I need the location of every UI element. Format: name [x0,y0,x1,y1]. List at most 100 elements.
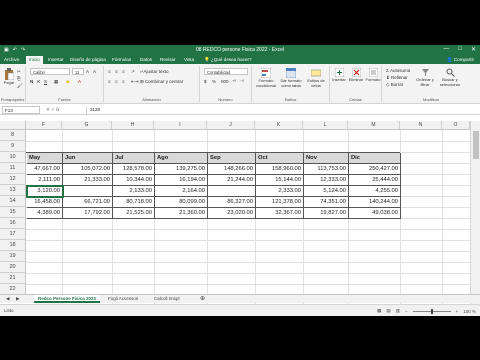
row-header-16[interactable]: 16 [0,218,26,229]
add-sheet-icon[interactable]: ⊕ [196,295,209,303]
column-header-n[interactable]: N [400,121,442,130]
table-cell[interactable]: 2,164.00 [155,186,208,197]
row-header-10[interactable]: 10 [0,152,26,163]
sort-filter-button[interactable]: Ordenar y filtrar [414,68,436,87]
merge-center-button[interactable]: ⊞ Combinar y centrar [140,79,183,85]
table-cell[interactable]: 2,333.00 [256,186,304,197]
zoom-level[interactable]: 100 % [463,309,476,314]
table-cell[interactable]: 10,344.00 [113,175,155,186]
tab-vista[interactable]: Vista [184,57,194,62]
table-cell[interactable]: 17,792.00 [63,208,113,219]
table-cell[interactable]: 86,327.00 [208,197,256,208]
row-header-17[interactable]: 17 [0,229,26,240]
underline-icon[interactable]: S [44,79,47,84]
bold-icon[interactable]: N [30,79,33,84]
tab-formulas[interactable]: Fórmulas [112,57,131,62]
table-cell[interactable]: 21,360.00 [155,208,208,219]
row-header-11[interactable]: 11 [0,163,26,174]
zoom-in-icon[interactable]: + [456,309,459,314]
table-cell[interactable]: 15,144.00 [256,175,304,186]
row-header-8[interactable]: 8 [0,130,26,141]
sheet-tab-calcoli[interactable]: Calcoli Imspl [150,295,184,303]
table-cell[interactable]: 19,827.00 [304,208,349,219]
page-layout-icon[interactable]: ▤ [386,308,390,314]
zoom-slider[interactable] [412,308,451,314]
row-header-19[interactable]: 19 [0,251,26,262]
row-header-18[interactable]: 18 [0,240,26,251]
minimize-button[interactable]: — [443,46,449,53]
column-header-o[interactable]: O [442,121,470,130]
table-cell[interactable]: 25,444.00 [349,175,401,186]
column-header-i[interactable]: I [154,121,207,130]
tab-archivo[interactable]: Archivo [4,57,19,62]
table-cell[interactable]: 74,351.00 [304,197,349,208]
indent-icon[interactable]: ⇤⇥ [131,79,139,85]
table-cell[interactable]: 23,020.00 [208,208,256,219]
tab-inicio[interactable]: Inicio [26,56,43,64]
format-as-table-button[interactable]: Dar formato como tabla [279,68,303,88]
table-cell[interactable]: 16,458.00 [27,197,63,208]
currency-icon[interactable]: $ [204,79,207,84]
table-cell[interactable] [63,186,113,197]
align-bottom-icon[interactable]: ≡ [122,69,125,74]
header-dic[interactable]: Dic [349,153,401,164]
header-sep[interactable]: Sep [208,153,256,164]
row-header-21[interactable]: 21 [0,273,26,284]
maximize-button[interactable]: □ [458,46,462,53]
number-format-select[interactable]: Contabilidad [204,68,248,75]
conditional-format-button[interactable]: Formato condicional [254,68,278,88]
cell-styles-button[interactable]: Estilos de celda [304,68,328,88]
zoom-out-icon[interactable]: − [405,309,408,314]
zoom-slider-thumb[interactable] [430,308,433,314]
column-header-h[interactable]: H [112,121,154,130]
tab-diseno[interactable]: Diseño de página [70,57,106,62]
table-cell[interactable]: 21,333.00 [63,175,113,186]
shrink-font-icon[interactable]: A [93,69,96,74]
table-cell[interactable]: 250,427.00 [349,164,401,175]
table-cell[interactable]: 121,378.00 [256,197,304,208]
share-button[interactable]: 👤 Compartir [447,57,474,63]
close-button[interactable]: ✕ [471,46,476,53]
tell-me-box[interactable]: 💡 ¿Qué desea hacer? [204,57,252,63]
sheet-next-icon[interactable]: ▶ [12,295,23,303]
align-middle-icon[interactable]: ≡ [115,69,118,74]
column-header-f[interactable]: F [26,121,62,130]
row-header-15[interactable]: 15 [0,207,26,218]
table-cell[interactable]: 128,578.00 [113,164,155,175]
page-break-icon[interactable]: ▥ [396,308,400,314]
header-jul[interactable]: Jul [113,153,155,164]
fill-button[interactable]: ⬇ Rellenar [386,75,408,81]
align-right-icon[interactable]: ≡ [122,79,125,84]
clear-button[interactable]: ◇ Borrar [386,82,403,88]
table-cell[interactable]: 16,194.00 [155,175,208,186]
autosum-button[interactable]: Σ Autosuma [386,68,410,73]
sheet-tab-fogli[interactable]: Fogli Accessori [104,295,142,303]
table-cell[interactable]: 2,111.00 [27,175,63,186]
format-painter-icon[interactable]: 🖌 [17,83,23,89]
fill-color-icon[interactable]: ◆ [66,79,69,85]
table-cell[interactable]: 4,389.00 [27,208,63,219]
align-top-icon[interactable]: ≡ [108,69,111,74]
select-all-corner[interactable] [0,121,26,130]
table-cell[interactable]: 158,960.00 [256,164,304,175]
orientation-icon[interactable]: ↗ [131,69,135,75]
table-cell[interactable]: 148,266.00 [208,164,256,175]
row-header-20[interactable]: 20 [0,262,26,273]
format-cells-button[interactable]: Formato [365,68,381,83]
fx-icon[interactable]: ✕ ✓ fx [46,107,60,113]
table-cell[interactable]: 113,753.00 [304,164,349,175]
font-color-icon[interactable]: A [78,79,81,84]
table-cell[interactable]: 105,072.00 [63,164,113,175]
table-cell[interactable]: 21,244.00 [208,175,256,186]
column-header-g[interactable]: G [62,121,112,130]
grow-font-icon[interactable]: A [86,69,89,74]
paste-button[interactable]: Pegar [2,68,16,86]
align-center-icon[interactable]: ≡ [115,79,118,84]
table-cell[interactable]: 47,667.00 [27,164,63,175]
cut-icon[interactable]: ✂ [17,69,21,75]
table-cell[interactable]: 140,244.00 [349,197,401,208]
column-header-l[interactable]: L [303,121,348,130]
table-cell[interactable]: 139,275.00 [155,164,208,175]
table-cell[interactable]: 49,038.00 [349,208,401,219]
column-header-j[interactable]: J [207,121,255,130]
